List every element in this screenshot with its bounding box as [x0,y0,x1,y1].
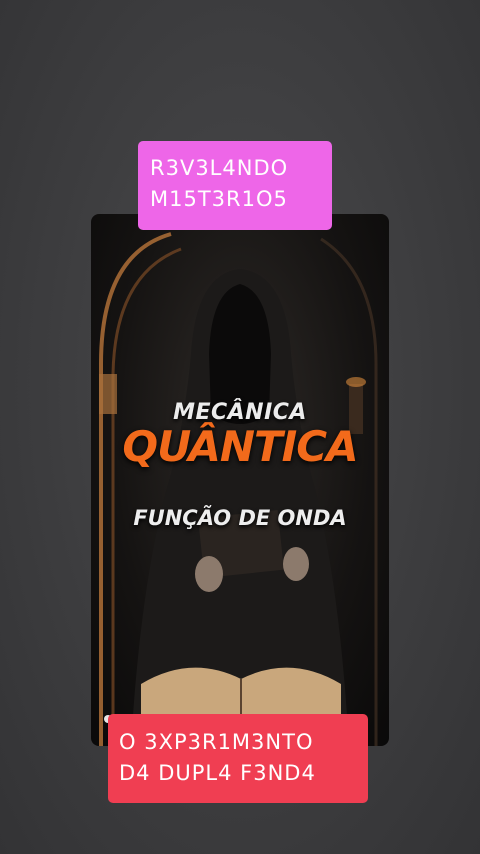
poster-title-line2: QUÂNTICA [122,422,358,471]
caption-top-line1: R3V3L4NDO [150,156,289,180]
video-poster[interactable]: MECÂNICA QUÂNTICA FUNÇÃO DE ONDA [91,214,389,746]
poster-subtitle: FUNÇÃO DE ONDA [133,506,347,530]
caption-bottom: O 3XP3R1M3NTO D4 DUPL4 F3ND4 [108,714,368,803]
caption-top-line2: M15T3R1O5 [150,187,288,211]
hooded-figure-illustration [99,232,378,746]
caption-top: R3V3L4NDO M15T3R1O5 [138,141,332,230]
caption-bottom-line1: O 3XP3R1M3NTO [119,730,314,754]
caption-bottom-line2: D4 DUPL4 F3ND4 [119,761,316,785]
